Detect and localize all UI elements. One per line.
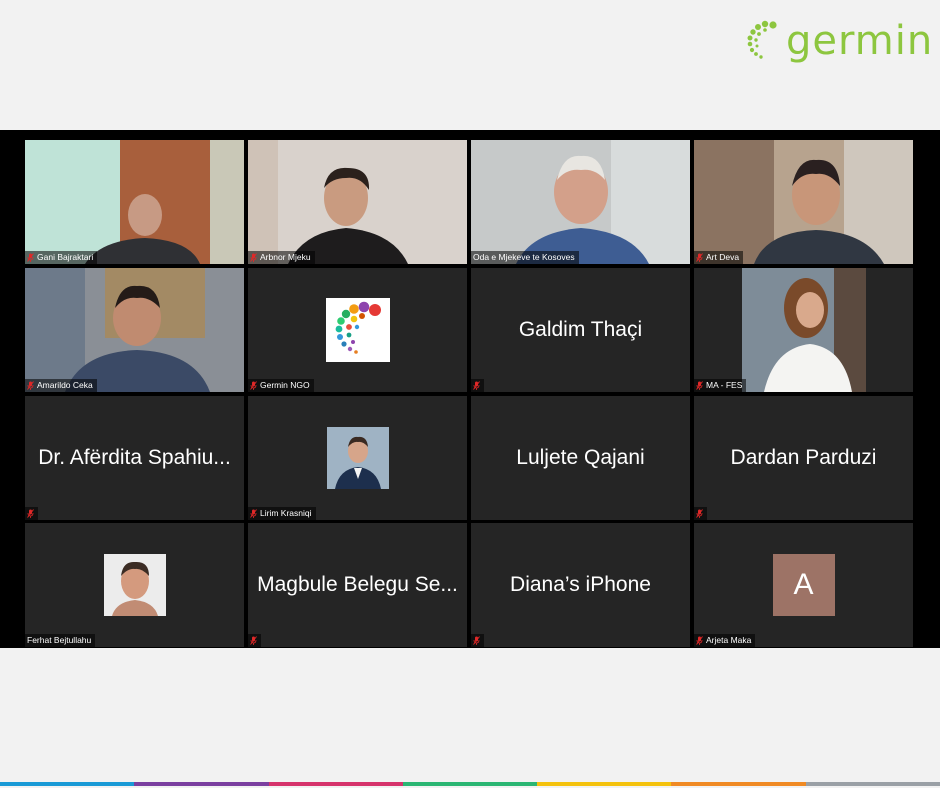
participant-name-label bbox=[25, 507, 38, 520]
microphone-muted-icon bbox=[473, 381, 480, 390]
footer-color-segment bbox=[805, 782, 940, 786]
footer-color-segment bbox=[268, 782, 403, 786]
footer-color-segment bbox=[0, 782, 135, 786]
participant-display-name: Luljete Qajani bbox=[516, 446, 645, 469]
microphone-muted-icon bbox=[696, 509, 703, 518]
footer-color-segment bbox=[671, 782, 806, 786]
participant-tile-dianas-iphone[interactable]: Diana’s iPhone bbox=[471, 523, 690, 647]
profile-picture bbox=[325, 298, 390, 362]
microphone-muted-icon bbox=[250, 381, 257, 390]
microphone-muted-icon bbox=[27, 509, 34, 518]
participant-video bbox=[694, 268, 913, 392]
participant-tile-magbule-belegu[interactable]: Magbule Belegu Se... bbox=[248, 523, 467, 647]
avatar: A bbox=[772, 554, 835, 616]
footer-color-segment bbox=[402, 782, 538, 786]
participant-tile-lirim-krasniqi[interactable]: Lirim Krasniqi bbox=[248, 396, 467, 520]
participant-name-label: Gani Bajraktari bbox=[25, 251, 98, 264]
participant-tile-dardan-parduzi[interactable]: Dardan Parduzi bbox=[694, 396, 913, 520]
microphone-muted-icon bbox=[696, 636, 703, 645]
participant-tile-luljete-qajani[interactable]: Luljete Qajani bbox=[471, 396, 690, 520]
microphone-muted-icon bbox=[27, 253, 34, 262]
participant-display-name: Galdim Thaçi bbox=[518, 318, 643, 341]
footer-color-segment bbox=[134, 782, 269, 786]
germin-logo-icon bbox=[335, 301, 381, 354]
microphone-muted-icon bbox=[250, 509, 257, 518]
microphone-muted-icon bbox=[696, 381, 703, 390]
participant-tile-ma-fes[interactable]: MA - FES bbox=[694, 268, 913, 392]
participant-tile-arjeta-maka[interactable]: A Arjeta Maka bbox=[694, 523, 913, 647]
participant-display-name: Dardan Parduzi bbox=[730, 446, 877, 469]
participant-name-label: Lirim Krasniqi bbox=[248, 507, 316, 520]
participant-video bbox=[25, 268, 244, 392]
germin-logo-icon bbox=[747, 20, 777, 59]
microphone-muted-icon bbox=[473, 636, 480, 645]
microphone-muted-icon bbox=[250, 636, 257, 645]
participant-tile-arbnor-mjeku[interactable]: Arbnor Mjeku bbox=[248, 140, 467, 264]
microphone-muted-icon bbox=[696, 253, 703, 262]
participant-name-label: Art Deva bbox=[694, 251, 744, 264]
participant-video bbox=[694, 140, 913, 264]
footer-color-segment bbox=[537, 782, 672, 786]
participant-name-label bbox=[471, 634, 484, 647]
participant-display-name: Dr. Afërdita Spahiu... bbox=[38, 446, 231, 469]
participant-name-label: Arjeta Maka bbox=[694, 634, 756, 647]
participant-display-name: Magbule Belegu Se... bbox=[257, 573, 458, 596]
participant-name-label: Oda e Mjekeve te Kosoves bbox=[471, 251, 579, 264]
participant-tile-amarildo-ceka[interactable]: Amarildo Ceka bbox=[25, 268, 244, 392]
participant-name-label: Amarildo Ceka bbox=[25, 379, 97, 392]
profile-photo-icon bbox=[103, 554, 166, 616]
participant-name-label bbox=[248, 634, 261, 647]
participant-video bbox=[471, 140, 690, 264]
participant-tile-germin-ngo[interactable]: Germin NGO bbox=[248, 268, 467, 392]
participant-tile-galdim-thaci[interactable]: Galdim Thaçi bbox=[471, 268, 690, 392]
participant-name-label: Arbnor Mjeku bbox=[248, 251, 315, 264]
participant-name-label bbox=[694, 507, 707, 520]
participant-name-label: MA - FES bbox=[694, 379, 747, 392]
participant-video bbox=[25, 140, 244, 264]
footer-color-bar bbox=[0, 782, 940, 786]
participant-display-name: Diana’s iPhone bbox=[510, 573, 651, 596]
germin-logo-text: germin bbox=[786, 18, 934, 64]
participant-tile-aferdita-spahiu[interactable]: Dr. Afërdita Spahiu... bbox=[25, 396, 244, 520]
germin-logo: germin bbox=[746, 18, 933, 64]
participant-name-label: Ferhat Bejtullahu bbox=[25, 634, 96, 647]
video-gallery: Gani Bajraktari Arbnor Mjeku Oda e Mjeke… bbox=[0, 130, 940, 648]
participant-tile-ferhat-bejtullahu[interactable]: Ferhat Bejtullahu bbox=[25, 523, 244, 647]
participant-tile-gani-bajraktari[interactable]: Gani Bajraktari bbox=[25, 140, 244, 264]
participant-video bbox=[248, 140, 467, 264]
participant-tile-oda-e-mjekeve[interactable]: Oda e Mjekeve te Kosoves bbox=[471, 140, 690, 264]
microphone-muted-icon bbox=[250, 253, 257, 262]
microphone-muted-icon bbox=[27, 381, 34, 390]
participant-name-label bbox=[471, 379, 484, 392]
profile-photo-icon bbox=[326, 427, 389, 489]
participant-name-label: Germin NGO bbox=[248, 379, 314, 392]
participant-tile-art-deva[interactable]: Art Deva bbox=[694, 140, 913, 264]
